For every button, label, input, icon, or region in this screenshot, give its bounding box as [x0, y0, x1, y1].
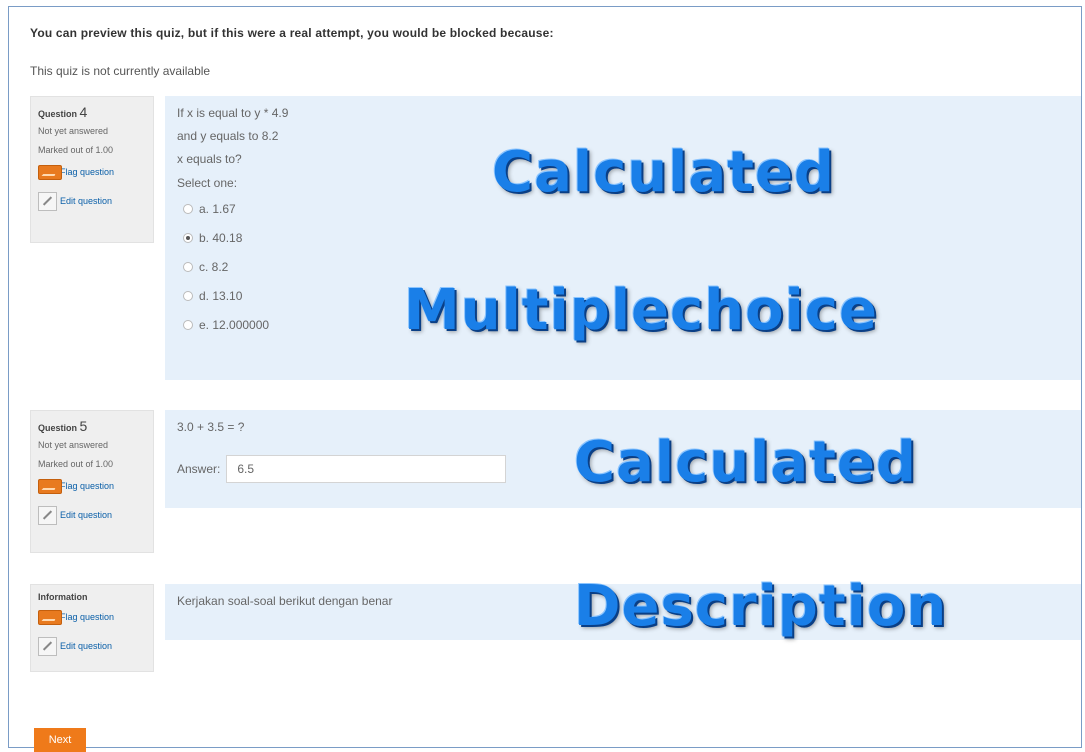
flag-icon	[38, 165, 62, 180]
edit-icon	[38, 637, 57, 656]
radio-button-selected[interactable]	[183, 232, 193, 243]
next-button[interactable]: Next	[34, 728, 86, 752]
question-label: Question	[38, 109, 78, 119]
option-c[interactable]: c. 8.2	[177, 252, 1069, 281]
information-info: Information Flag question Edit question	[30, 584, 154, 672]
radio-button[interactable]	[183, 290, 193, 301]
preview-notice: You can preview this quiz, but if this w…	[30, 26, 554, 40]
flag-question-link[interactable]: Flag question	[38, 165, 147, 180]
radio-button[interactable]	[183, 261, 193, 272]
information-label: Information	[38, 592, 88, 602]
question-number-value: 5	[79, 418, 88, 434]
option-label: a. 1.67	[199, 201, 236, 216]
option-label: c. 8.2	[199, 259, 229, 274]
option-label: b. 40.18	[199, 230, 243, 245]
flag-label: Flag question	[60, 167, 115, 177]
edit-icon	[38, 506, 57, 525]
flag-label: Flag question	[60, 481, 115, 491]
edit-question-link[interactable]: Edit question	[38, 192, 147, 211]
question-label: Question	[38, 423, 78, 433]
edit-label: Edit question	[60, 196, 113, 206]
question-number: Question 4	[38, 105, 147, 119]
edit-question-link[interactable]: Edit question	[38, 506, 147, 525]
edit-label: Edit question	[60, 641, 113, 651]
overlay-calculated-2: Calculated	[574, 430, 917, 495]
question-status: Not yet answered	[38, 440, 109, 450]
flag-question-link[interactable]: Flag question	[38, 479, 147, 494]
overlay-description: Description	[574, 574, 948, 639]
edit-question-link[interactable]: Edit question	[38, 637, 147, 656]
radio-button[interactable]	[183, 319, 193, 330]
question-stem-line: If x is equal to y * 4.9	[177, 106, 289, 120]
edit-icon	[38, 192, 57, 211]
question-status: Not yet answered	[38, 126, 109, 136]
overlay-multiplechoice: Multiplechoice	[404, 278, 878, 343]
question-number: Question 5	[38, 419, 147, 433]
answer-label: Answer:	[177, 462, 221, 476]
radio-button[interactable]	[183, 203, 193, 214]
flag-icon	[38, 610, 62, 625]
question-4-info: Question 4 Not yet answered Marked out o…	[30, 96, 154, 243]
flag-question-link[interactable]: Flag question	[38, 610, 147, 625]
flag-label: Flag question	[60, 612, 115, 622]
answer-input[interactable]: 6.5	[226, 455, 507, 483]
flag-icon	[38, 479, 62, 494]
question-number-value: 4	[79, 104, 88, 120]
option-label: d. 13.10	[199, 288, 243, 303]
option-b[interactable]: b. 40.18	[177, 223, 1069, 252]
availability-message: This quiz is not currently available	[30, 64, 211, 78]
question-marks: Marked out of 1.00	[38, 459, 114, 469]
question-5-info: Question 5 Not yet answered Marked out o…	[30, 410, 154, 553]
overlay-calculated-1: Calculated	[492, 140, 835, 205]
question-marks: Marked out of 1.00	[38, 145, 114, 155]
option-label: e. 12.000000	[199, 317, 270, 332]
edit-label: Edit question	[60, 510, 113, 520]
